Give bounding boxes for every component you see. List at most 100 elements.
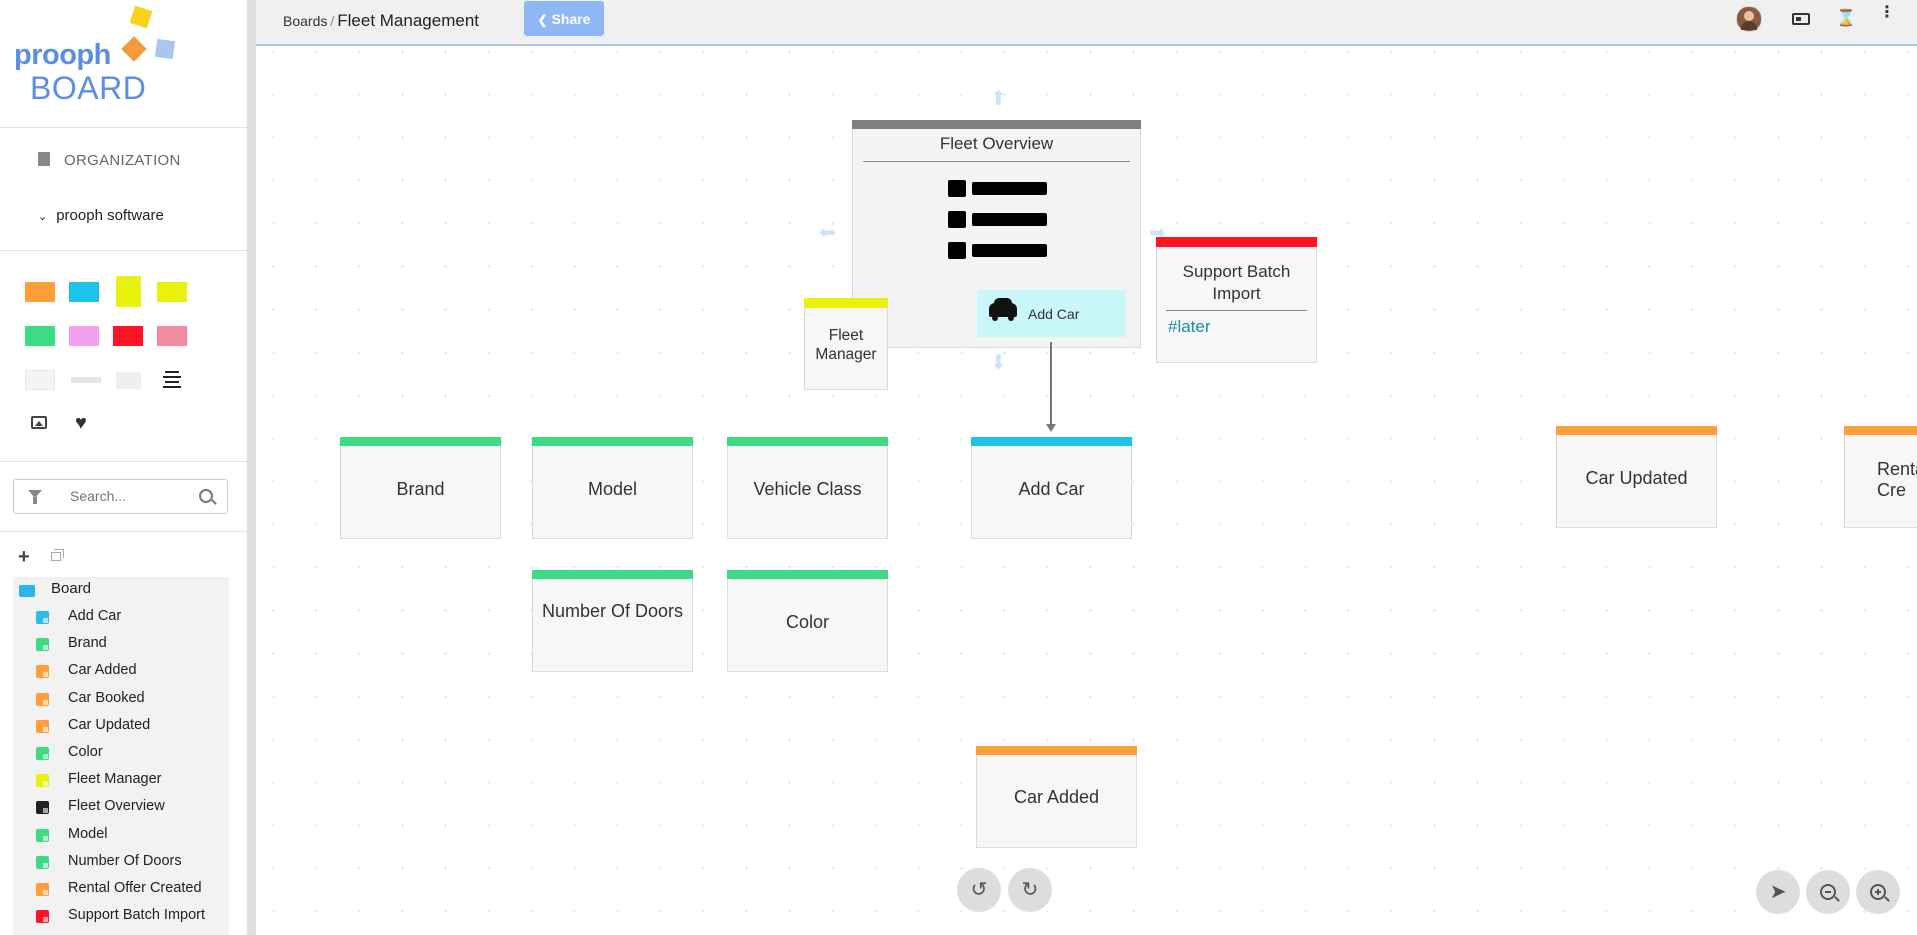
tree-item[interactable]: Fleet Manager — [68, 771, 162, 787]
card-color-bar — [727, 437, 888, 446]
divider — [0, 250, 247, 251]
tree-item[interactable]: Support Batch Import — [68, 907, 205, 923]
tree-item[interactable]: Model — [68, 826, 108, 842]
tree-item[interactable]: Number Of Doors — [68, 853, 182, 869]
heart-icon[interactable]: ♥ — [75, 413, 87, 433]
logo-square-blue — [154, 38, 176, 60]
card-color-bar — [976, 746, 1137, 755]
sticky-note-icon — [36, 801, 49, 815]
palette-role[interactable] — [116, 276, 141, 307]
add-car-ui-button[interactable]: Add Car — [977, 290, 1126, 337]
redo-button[interactable]: ↻ — [1008, 868, 1052, 912]
arrow-left-icon[interactable]: ⬅ — [819, 223, 836, 243]
car-updated-card[interactable]: Car Updated — [1556, 426, 1717, 528]
car-added-card[interactable]: Car Added — [976, 746, 1137, 848]
zoom-out-icon — [1820, 884, 1840, 902]
vehicle-class-card[interactable]: Vehicle Class — [727, 437, 888, 539]
model-card[interactable]: Model — [532, 437, 693, 539]
brand-label: Brand — [396, 479, 445, 499]
more-vert-icon[interactable]: ⋮ — [1878, 5, 1896, 28]
tree-root-label[interactable]: Board — [51, 580, 91, 597]
palette-line[interactable] — [71, 377, 101, 383]
arrow-down-icon[interactable]: ⬇ — [990, 353, 1007, 373]
card-color-bar — [804, 298, 888, 308]
search-icon[interactable] — [199, 489, 217, 505]
breadcrumb-boards-link[interactable]: Boards — [283, 13, 327, 29]
palette-command[interactable] — [69, 282, 99, 302]
card-color-bar — [1156, 237, 1317, 247]
organization-link[interactable]: ORGANIZATION — [38, 152, 181, 169]
divider — [0, 127, 247, 128]
user-avatar[interactable] — [1736, 6, 1762, 32]
collapse-all-icon[interactable] — [51, 549, 64, 561]
top-bar: Boards / Fleet Management ❮ Share ⌛ ⋮ — [256, 0, 1917, 46]
tree-item[interactable]: Fleet Overview — [68, 798, 165, 814]
zoom-out-button[interactable] — [1806, 870, 1850, 914]
sidebar-resize-handle[interactable] — [247, 0, 256, 935]
support-batch-import-label: Support Batch Import — [1182, 262, 1291, 303]
zoom-in-icon — [1870, 884, 1890, 902]
filter-icon[interactable] — [28, 490, 42, 504]
connection-arrowhead — [1046, 424, 1056, 432]
prooph-board-logo[interactable]: prooph BOARD — [14, 5, 184, 110]
share-button[interactable]: ❮ Share — [524, 1, 604, 36]
zoom-in-button[interactable] — [1856, 870, 1900, 914]
project-label: prooph software — [56, 207, 164, 224]
number-of-doors-card[interactable]: Number Of Doors — [532, 570, 693, 672]
tree-item[interactable]: Color — [68, 744, 103, 760]
tree-item[interactable]: Car Added — [68, 662, 137, 678]
card-color-bar — [532, 437, 693, 446]
tree-item[interactable]: Car Booked — [68, 690, 145, 706]
add-icon[interactable]: + — [18, 547, 30, 567]
color-card[interactable]: Color — [727, 570, 888, 672]
tree-item[interactable]: Add Car — [68, 608, 121, 624]
rental-offer-created-card[interactable]: Renta Cre — [1844, 426, 1917, 528]
fleet-manager-card[interactable]: Fleet Manager — [804, 298, 888, 390]
search-input[interactable] — [68, 487, 182, 505]
list-icon — [947, 180, 1047, 259]
connection-line[interactable] — [1050, 342, 1052, 427]
align-center-icon[interactable] — [163, 371, 181, 388]
logo-text-board: BOARD — [30, 70, 147, 106]
palette-event[interactable] — [25, 282, 55, 302]
undo-button[interactable]: ↺ — [957, 868, 1001, 912]
image-icon[interactable] — [31, 416, 47, 429]
sticky-note-icon — [36, 883, 49, 896]
card-color-bar — [1844, 426, 1917, 435]
palette-feature[interactable] — [157, 326, 187, 346]
project-item[interactable]: ⌄ prooph software — [38, 207, 164, 224]
breadcrumb: Boards / Fleet Management — [283, 11, 479, 31]
organization-label: ORGANIZATION — [64, 152, 181, 169]
sticky-note-icon — [36, 828, 49, 842]
palette-hotspot[interactable] — [113, 326, 143, 346]
fleet-overview-card[interactable]: Fleet Overview Add Car — [852, 120, 1141, 348]
tree-item[interactable]: Rental Offer Created — [68, 880, 202, 896]
select-tool-button[interactable]: ➤ — [1756, 870, 1800, 914]
hourglass-icon[interactable]: ⌛ — [1836, 10, 1856, 28]
support-batch-import-card[interactable]: Support Batch Import #later — [1156, 237, 1317, 363]
palette-policy[interactable] — [157, 282, 187, 302]
palette-text[interactable] — [116, 372, 141, 389]
palette-external-system[interactable] — [69, 326, 99, 346]
sticky-note-icon — [36, 665, 49, 679]
tree-item[interactable]: Brand — [68, 635, 107, 651]
search-box[interactable] — [13, 479, 228, 514]
card-color-bar — [1556, 426, 1717, 435]
later-tag[interactable]: #later — [1168, 317, 1211, 337]
building-icon — [38, 152, 50, 166]
car-updated-label: Car Updated — [1585, 468, 1688, 488]
chevron-down-icon: ⌄ — [38, 211, 48, 223]
tree-item[interactable]: Car Updated — [68, 717, 150, 733]
add-car-command-label: Add Car — [1018, 479, 1085, 499]
add-car-command-card[interactable]: Add Car — [971, 437, 1132, 539]
arrow-up-icon[interactable]: ⬆ — [990, 89, 1007, 109]
board-tree: Board Add Car Brand Car Added Car Booked Car… — [13, 577, 229, 935]
palette-frame[interactable] — [25, 370, 55, 390]
brand-card[interactable]: Brand — [340, 437, 501, 539]
sticky-note-icon — [36, 747, 49, 760]
car-icon — [989, 298, 1017, 321]
board-canvas[interactable]: Fleet Overview Add Car ⬆ ⬅ ➡ ⬇ Fleet Man… — [256, 46, 1917, 935]
battery-icon[interactable] — [1792, 13, 1810, 25]
card-divider — [863, 161, 1130, 162]
palette-aggregate[interactable] — [25, 326, 55, 346]
